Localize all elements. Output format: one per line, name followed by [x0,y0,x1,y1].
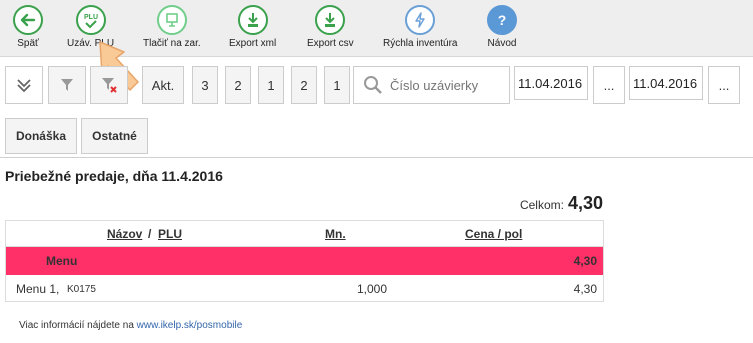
date-to-input[interactable] [629,66,703,100]
total-summary: Celkom: 4,30 [520,193,603,214]
group-row[interactable]: Menu 4,30 [6,247,603,275]
back-label: Späť [17,38,39,49]
filter-button[interactable] [48,66,86,104]
col-name-text: Názov [107,227,143,241]
export-csv-button[interactable]: Export csv [307,5,354,53]
sales-table: Názov / PLU Mn. Cena / pol Menu 4,30 Men… [5,220,604,302]
closing-number-search[interactable] [353,66,510,104]
date-from-input[interactable] [514,66,588,100]
table-header: Názov / PLU Mn. Cena / pol [6,221,603,247]
help-icon: ? [487,5,517,35]
tab-delivery[interactable]: Donáška [5,118,77,154]
table-row[interactable]: Menu 1, K0175 1,000 4,30 [6,275,603,301]
item-qty: 1,000 [357,282,388,296]
col-plu-header[interactable]: PLU [158,227,182,241]
search-input[interactable] [390,77,500,93]
col-sep: / [148,227,152,241]
collapse-button[interactable] [5,66,43,104]
total-value: 4,30 [567,193,603,213]
help-label: Návod [487,38,517,49]
col-name-header[interactable]: Názov [107,227,142,241]
date-from-picker-button[interactable]: ... [593,66,625,104]
number-button[interactable]: 2 [291,66,317,104]
date-to-picker-label: ... [718,77,730,93]
current-label: Akt. [151,77,175,93]
item-plu: K0175 [67,284,96,295]
footer-text: Viac informácií nájdete na [19,320,134,331]
date-to-picker-button[interactable]: ... [708,66,740,104]
report-title: Priebežné predaje, dňa 11.4.2016 [5,168,223,184]
funnel-icon [61,79,73,91]
total-label: Celkom: [519,198,564,212]
col-price-header[interactable]: Cena / pol [465,227,522,241]
tab-delivery-label: Donáška [15,129,67,143]
svg-text:PLU: PLU [84,14,98,21]
app-root: Späť PLU Uzáv. PLU Tlačiť na zar. Export… [0,0,753,343]
item-price: 4,30 [573,282,597,296]
export-csv-label: Export csv [307,38,354,49]
group-name: Menu [46,254,78,268]
export-xml-button[interactable]: Export xml [229,5,276,53]
number-label: 3 [201,77,209,93]
number-button[interactable]: 1 [324,66,350,104]
clear-filter-button[interactable] [90,66,128,104]
double-chevron-down-icon [17,79,31,93]
footer-link[interactable]: www.ikelp.sk/posmobile [137,320,243,331]
tab-other[interactable]: Ostatné [81,118,148,154]
number-label: 2 [300,77,308,93]
lightning-icon [405,5,436,35]
search-icon [364,76,382,94]
funnel-clear-icon [102,78,117,93]
col-qty-header[interactable]: Mn. [325,227,346,241]
svg-text:?: ? [498,12,507,28]
download-csv-icon [315,5,346,35]
number-button[interactable]: 2 [225,66,251,104]
current-button[interactable]: Akt. [142,66,184,104]
number-label: 1 [333,77,341,93]
download-xml-icon [237,5,268,35]
help-button[interactable]: ? Návod [487,5,517,53]
quick-inventory-label: Rýchla inventúra [383,38,458,49]
back-button[interactable]: Späť [13,5,43,53]
tab-other-label: Ostatné [92,129,137,143]
footer-info: Viac informácií nájdete na www.ikelp.sk/… [19,320,242,331]
quick-inventory-button[interactable]: Rýchla inventúra [383,5,457,53]
group-price: 4,30 [573,254,597,268]
plu-check-icon: PLU [75,5,106,35]
date-from-picker-label: ... [603,77,615,93]
divider [0,157,753,158]
export-xml-label: Export xml [229,38,277,49]
arrow-left-icon [13,5,43,35]
number-label: 2 [234,77,242,93]
number-button[interactable]: 1 [258,66,284,104]
item-name: Menu 1, [16,282,60,296]
print-icon [156,5,187,35]
number-button[interactable]: 3 [192,66,218,104]
number-label: 1 [267,77,275,93]
